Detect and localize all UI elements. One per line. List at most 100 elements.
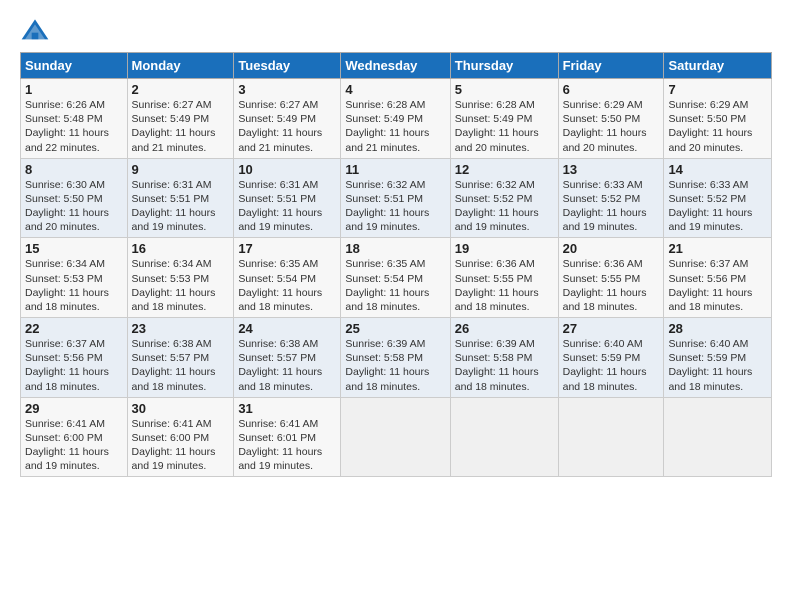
day-info: Sunrise: 6:39 AM Sunset: 5:58 PM Dayligh… bbox=[455, 337, 554, 394]
calendar-header-row: SundayMondayTuesdayWednesdayThursdayFrid… bbox=[21, 53, 772, 79]
calendar-header-saturday: Saturday bbox=[664, 53, 772, 79]
day-info: Sunrise: 6:37 AM Sunset: 5:56 PM Dayligh… bbox=[668, 257, 767, 314]
calendar-week-1: 1Sunrise: 6:26 AM Sunset: 5:48 PM Daylig… bbox=[21, 79, 772, 159]
calendar-cell: 27Sunrise: 6:40 AM Sunset: 5:59 PM Dayli… bbox=[558, 318, 664, 398]
calendar-cell bbox=[450, 397, 558, 477]
calendar-cell: 14Sunrise: 6:33 AM Sunset: 5:52 PM Dayli… bbox=[664, 158, 772, 238]
calendar-cell: 12Sunrise: 6:32 AM Sunset: 5:52 PM Dayli… bbox=[450, 158, 558, 238]
day-number: 8 bbox=[25, 162, 123, 177]
calendar-week-5: 29Sunrise: 6:41 AM Sunset: 6:00 PM Dayli… bbox=[21, 397, 772, 477]
day-number: 6 bbox=[563, 82, 660, 97]
day-info: Sunrise: 6:26 AM Sunset: 5:48 PM Dayligh… bbox=[25, 98, 123, 155]
day-number: 2 bbox=[132, 82, 230, 97]
day-info: Sunrise: 6:37 AM Sunset: 5:56 PM Dayligh… bbox=[25, 337, 123, 394]
day-number: 24 bbox=[238, 321, 336, 336]
calendar-header-monday: Monday bbox=[127, 53, 234, 79]
page: SundayMondayTuesdayWednesdayThursdayFrid… bbox=[0, 0, 792, 487]
day-info: Sunrise: 6:33 AM Sunset: 5:52 PM Dayligh… bbox=[563, 178, 660, 235]
calendar-cell: 8Sunrise: 6:30 AM Sunset: 5:50 PM Daylig… bbox=[21, 158, 128, 238]
calendar-cell: 4Sunrise: 6:28 AM Sunset: 5:49 PM Daylig… bbox=[341, 79, 450, 159]
calendar-cell: 1Sunrise: 6:26 AM Sunset: 5:48 PM Daylig… bbox=[21, 79, 128, 159]
day-info: Sunrise: 6:33 AM Sunset: 5:52 PM Dayligh… bbox=[668, 178, 767, 235]
day-number: 5 bbox=[455, 82, 554, 97]
calendar-cell: 9Sunrise: 6:31 AM Sunset: 5:51 PM Daylig… bbox=[127, 158, 234, 238]
calendar-cell: 21Sunrise: 6:37 AM Sunset: 5:56 PM Dayli… bbox=[664, 238, 772, 318]
day-number: 1 bbox=[25, 82, 123, 97]
day-info: Sunrise: 6:36 AM Sunset: 5:55 PM Dayligh… bbox=[563, 257, 660, 314]
day-number: 19 bbox=[455, 241, 554, 256]
calendar-cell: 10Sunrise: 6:31 AM Sunset: 5:51 PM Dayli… bbox=[234, 158, 341, 238]
day-info: Sunrise: 6:41 AM Sunset: 6:01 PM Dayligh… bbox=[238, 417, 336, 474]
calendar-cell bbox=[664, 397, 772, 477]
day-number: 7 bbox=[668, 82, 767, 97]
day-info: Sunrise: 6:32 AM Sunset: 5:51 PM Dayligh… bbox=[345, 178, 445, 235]
calendar-header-thursday: Thursday bbox=[450, 53, 558, 79]
calendar-cell: 29Sunrise: 6:41 AM Sunset: 6:00 PM Dayli… bbox=[21, 397, 128, 477]
day-info: Sunrise: 6:39 AM Sunset: 5:58 PM Dayligh… bbox=[345, 337, 445, 394]
calendar-header-friday: Friday bbox=[558, 53, 664, 79]
calendar-header-wednesday: Wednesday bbox=[341, 53, 450, 79]
day-info: Sunrise: 6:41 AM Sunset: 6:00 PM Dayligh… bbox=[25, 417, 123, 474]
day-info: Sunrise: 6:28 AM Sunset: 5:49 PM Dayligh… bbox=[345, 98, 445, 155]
calendar-week-3: 15Sunrise: 6:34 AM Sunset: 5:53 PM Dayli… bbox=[21, 238, 772, 318]
day-number: 12 bbox=[455, 162, 554, 177]
day-number: 17 bbox=[238, 241, 336, 256]
day-info: Sunrise: 6:34 AM Sunset: 5:53 PM Dayligh… bbox=[25, 257, 123, 314]
calendar: SundayMondayTuesdayWednesdayThursdayFrid… bbox=[20, 52, 772, 477]
calendar-cell: 2Sunrise: 6:27 AM Sunset: 5:49 PM Daylig… bbox=[127, 79, 234, 159]
calendar-cell: 22Sunrise: 6:37 AM Sunset: 5:56 PM Dayli… bbox=[21, 318, 128, 398]
day-number: 14 bbox=[668, 162, 767, 177]
calendar-cell: 5Sunrise: 6:28 AM Sunset: 5:49 PM Daylig… bbox=[450, 79, 558, 159]
day-info: Sunrise: 6:29 AM Sunset: 5:50 PM Dayligh… bbox=[668, 98, 767, 155]
calendar-cell: 16Sunrise: 6:34 AM Sunset: 5:53 PM Dayli… bbox=[127, 238, 234, 318]
day-number: 18 bbox=[345, 241, 445, 256]
day-info: Sunrise: 6:29 AM Sunset: 5:50 PM Dayligh… bbox=[563, 98, 660, 155]
logo-icon bbox=[20, 16, 50, 46]
calendar-cell: 6Sunrise: 6:29 AM Sunset: 5:50 PM Daylig… bbox=[558, 79, 664, 159]
day-info: Sunrise: 6:27 AM Sunset: 5:49 PM Dayligh… bbox=[238, 98, 336, 155]
calendar-cell bbox=[558, 397, 664, 477]
calendar-cell: 20Sunrise: 6:36 AM Sunset: 5:55 PM Dayli… bbox=[558, 238, 664, 318]
day-info: Sunrise: 6:41 AM Sunset: 6:00 PM Dayligh… bbox=[132, 417, 230, 474]
day-info: Sunrise: 6:38 AM Sunset: 5:57 PM Dayligh… bbox=[238, 337, 336, 394]
logo bbox=[20, 16, 54, 46]
calendar-cell: 25Sunrise: 6:39 AM Sunset: 5:58 PM Dayli… bbox=[341, 318, 450, 398]
day-number: 16 bbox=[132, 241, 230, 256]
day-number: 10 bbox=[238, 162, 336, 177]
calendar-cell: 30Sunrise: 6:41 AM Sunset: 6:00 PM Dayli… bbox=[127, 397, 234, 477]
day-number: 20 bbox=[563, 241, 660, 256]
day-info: Sunrise: 6:35 AM Sunset: 5:54 PM Dayligh… bbox=[238, 257, 336, 314]
header bbox=[20, 16, 772, 46]
day-number: 25 bbox=[345, 321, 445, 336]
day-info: Sunrise: 6:27 AM Sunset: 5:49 PM Dayligh… bbox=[132, 98, 230, 155]
calendar-cell: 31Sunrise: 6:41 AM Sunset: 6:01 PM Dayli… bbox=[234, 397, 341, 477]
day-number: 27 bbox=[563, 321, 660, 336]
day-info: Sunrise: 6:34 AM Sunset: 5:53 PM Dayligh… bbox=[132, 257, 230, 314]
calendar-header-sunday: Sunday bbox=[21, 53, 128, 79]
calendar-cell: 28Sunrise: 6:40 AM Sunset: 5:59 PM Dayli… bbox=[664, 318, 772, 398]
day-number: 9 bbox=[132, 162, 230, 177]
calendar-cell: 18Sunrise: 6:35 AM Sunset: 5:54 PM Dayli… bbox=[341, 238, 450, 318]
calendar-cell: 19Sunrise: 6:36 AM Sunset: 5:55 PM Dayli… bbox=[450, 238, 558, 318]
day-info: Sunrise: 6:28 AM Sunset: 5:49 PM Dayligh… bbox=[455, 98, 554, 155]
day-info: Sunrise: 6:40 AM Sunset: 5:59 PM Dayligh… bbox=[563, 337, 660, 394]
day-number: 22 bbox=[25, 321, 123, 336]
calendar-cell: 26Sunrise: 6:39 AM Sunset: 5:58 PM Dayli… bbox=[450, 318, 558, 398]
day-number: 23 bbox=[132, 321, 230, 336]
day-number: 3 bbox=[238, 82, 336, 97]
day-number: 28 bbox=[668, 321, 767, 336]
calendar-header-tuesday: Tuesday bbox=[234, 53, 341, 79]
calendar-cell: 3Sunrise: 6:27 AM Sunset: 5:49 PM Daylig… bbox=[234, 79, 341, 159]
calendar-week-4: 22Sunrise: 6:37 AM Sunset: 5:56 PM Dayli… bbox=[21, 318, 772, 398]
day-number: 15 bbox=[25, 241, 123, 256]
day-number: 29 bbox=[25, 401, 123, 416]
calendar-cell: 23Sunrise: 6:38 AM Sunset: 5:57 PM Dayli… bbox=[127, 318, 234, 398]
calendar-cell: 24Sunrise: 6:38 AM Sunset: 5:57 PM Dayli… bbox=[234, 318, 341, 398]
day-number: 26 bbox=[455, 321, 554, 336]
day-number: 13 bbox=[563, 162, 660, 177]
day-number: 4 bbox=[345, 82, 445, 97]
day-info: Sunrise: 6:36 AM Sunset: 5:55 PM Dayligh… bbox=[455, 257, 554, 314]
calendar-week-2: 8Sunrise: 6:30 AM Sunset: 5:50 PM Daylig… bbox=[21, 158, 772, 238]
day-number: 30 bbox=[132, 401, 230, 416]
calendar-cell: 15Sunrise: 6:34 AM Sunset: 5:53 PM Dayli… bbox=[21, 238, 128, 318]
